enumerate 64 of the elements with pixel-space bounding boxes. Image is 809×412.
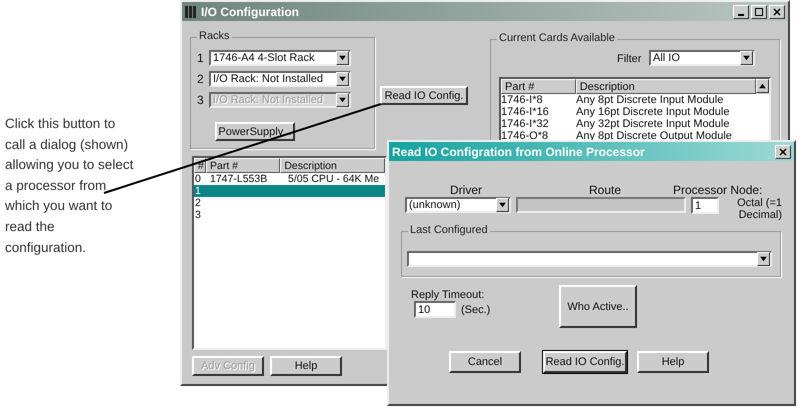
timeout-unit: (Sec.) — [461, 304, 490, 316]
table-cell-text: 1746-I*32 — [501, 118, 550, 130]
filter-dropdown[interactable]: All IO — [649, 50, 755, 66]
rack-number: 3 — [197, 93, 205, 107]
table-cell-text: 0 — [194, 173, 202, 185]
driver-dropdown[interactable]: (unknown) — [405, 197, 511, 213]
annotation-text: Click this button to call a dialog (shown) allowing you to select a processor from which you want to read the configuration. — [5, 115, 134, 257]
table-cell: Any 8pt Discrete Input Module — [576, 94, 724, 106]
node-input[interactable]: 1 — [691, 197, 719, 214]
table-cell: Any 16pt Discrete Input Module — [576, 106, 730, 118]
table-cell-text: 1746-I*16 — [501, 106, 550, 118]
close-icon — [779, 148, 787, 156]
route-field[interactable] — [516, 197, 686, 213]
maximize-button[interactable] — [751, 4, 767, 18]
rack-number: 2 — [197, 72, 205, 86]
table-cell-text: 5/05 CPU - 64K Me — [287, 173, 380, 185]
who-active-button[interactable]: Who Active.. — [559, 285, 637, 328]
driver-label: Driver — [450, 183, 482, 197]
route-label: Route — [589, 183, 622, 197]
maximize-icon — [755, 8, 763, 16]
last-configured-dropdown[interactable] — [407, 251, 772, 267]
minimize-button[interactable] — [733, 4, 749, 18]
table-cell-text: 3 — [194, 209, 202, 221]
table-row[interactable]: 1 — [194, 185, 385, 197]
table-cell-text: 1747-L553B — [209, 173, 268, 185]
dialog-title: Read IO Configration from Online Processor — [392, 144, 645, 158]
node-format-text: Octal (=1 Decimal) — [736, 197, 782, 221]
rack-dropdown[interactable]: 1746-A4 4-Slot Rack — [209, 50, 351, 66]
dialog-button[interactable]: Read IO Config. — [543, 351, 627, 373]
rack-icon — [185, 6, 197, 18]
read-io-config-button[interactable]: Read IO Config. — [380, 86, 468, 105]
processor-node-label: Processor Node: — [673, 183, 762, 197]
table-row[interactable]: 0 1747-L553B 5/05 CPU - 64K Me — [194, 173, 385, 185]
close-button[interactable] — [775, 144, 791, 158]
column-header[interactable]: Description — [576, 79, 756, 94]
group-label: Current Cards Available — [497, 32, 617, 44]
group-label: Last Configured — [408, 224, 490, 236]
column-header[interactable]: Part # — [501, 79, 576, 94]
table-cell: Any 8pt Discrete Output Module — [576, 130, 732, 142]
timeout-input[interactable]: 10 — [414, 301, 456, 318]
column-header[interactable]: Part # — [206, 158, 280, 173]
dialog-button[interactable]: Cancel — [449, 351, 521, 373]
minimize-icon — [738, 14, 744, 16]
group-label: Racks — [197, 30, 232, 42]
help-button[interactable]: Help — [270, 356, 342, 376]
table-row[interactable]: 2 — [194, 197, 385, 209]
table-cell-text: 1746-I*8 — [501, 94, 544, 106]
scroll-up-icon[interactable] — [756, 79, 769, 93]
column-header[interactable]: Description — [280, 158, 385, 173]
close-icon — [773, 8, 781, 16]
column-header[interactable]: # — [194, 158, 206, 173]
table-cell-text: 1 — [194, 185, 202, 197]
dialog-button[interactable]: Help — [637, 351, 709, 373]
close-button[interactable] — [769, 4, 785, 18]
timeout-label: Reply Timeout: — [411, 289, 484, 301]
rack-number: 1 — [197, 51, 205, 65]
table-cell-text: 2 — [194, 197, 202, 209]
power-supply-button[interactable]: PowerSupply... — [215, 122, 295, 141]
rack-dropdown[interactable]: I/O Rack: Not Installed — [209, 71, 351, 87]
table-cell: Any 32pt Discrete Input Module — [576, 118, 730, 130]
table-cell-text: 1746-O*8 — [501, 130, 550, 142]
filter-label: Filter — [617, 53, 642, 65]
window-title: I/O Configuration — [201, 4, 299, 18]
table-row[interactable]: 3 — [194, 209, 385, 221]
